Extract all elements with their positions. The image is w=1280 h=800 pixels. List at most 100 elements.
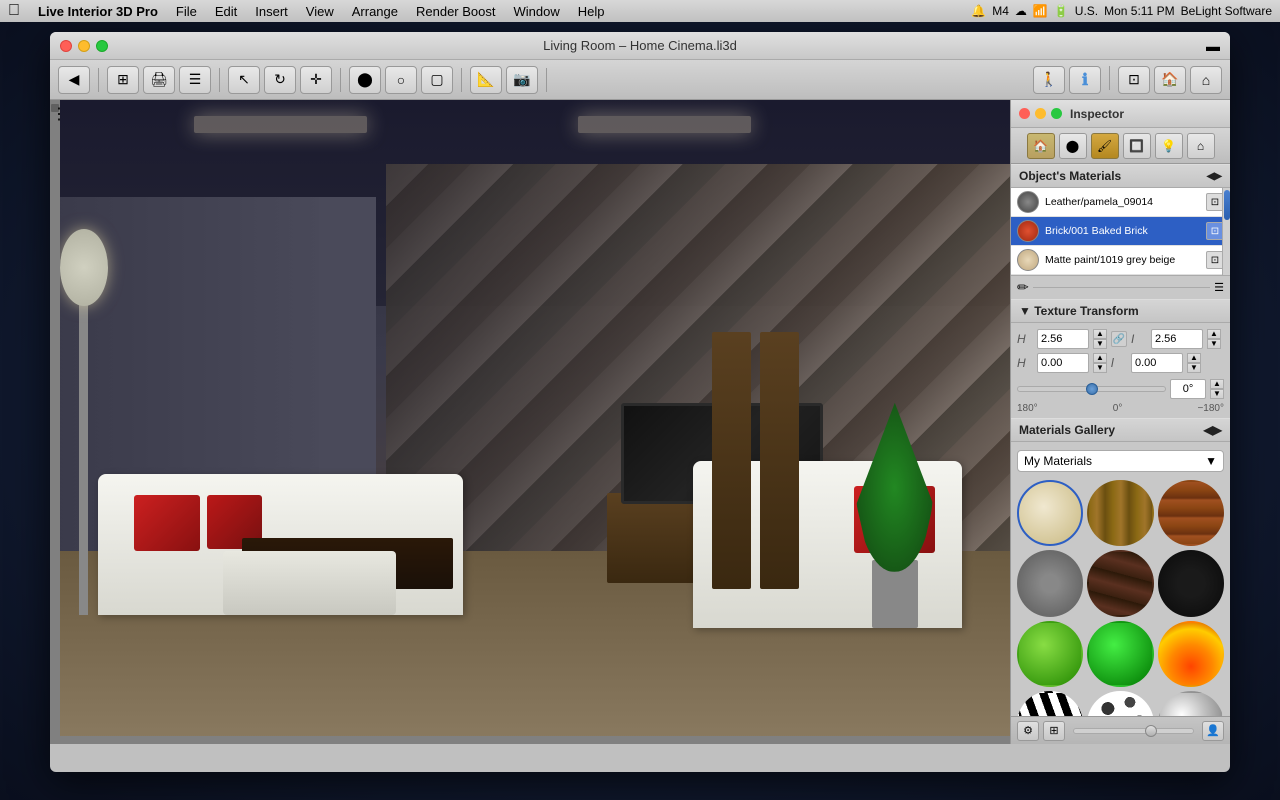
- apple-menu[interactable]: : [8, 2, 20, 20]
- inspector-minimize[interactable]: [1035, 108, 1046, 119]
- tab-object[interactable]: ⬤: [1059, 133, 1087, 159]
- y-offset-up[interactable]: ▲: [1187, 353, 1201, 363]
- tab-home[interactable]: ⌂: [1187, 133, 1215, 159]
- inspector-maximize[interactable]: [1051, 108, 1062, 119]
- menubar-right: 🔔 M4 ☁ 📶 🔋 U.S. Mon 5:11 PM BeLight Soft…: [971, 4, 1272, 18]
- minimize-button[interactable]: [78, 40, 90, 52]
- tab-texture[interactable]: 🔲: [1123, 133, 1151, 159]
- gallery-item-silver[interactable]: [1158, 691, 1224, 716]
- rect-tool[interactable]: ▢: [421, 66, 453, 94]
- view3d-btn[interactable]: ☰: [179, 66, 211, 94]
- y-scale-down[interactable]: ▼: [1207, 339, 1221, 349]
- gallery-item-zebra[interactable]: [1017, 691, 1083, 716]
- rotate-tool[interactable]: ↻: [264, 66, 296, 94]
- x-scale-up[interactable]: ▲: [1093, 329, 1107, 339]
- y-offset-input[interactable]: 0.00: [1131, 353, 1183, 373]
- gallery-item-green1[interactable]: [1017, 621, 1083, 687]
- zoom-thumb[interactable]: [1145, 725, 1157, 737]
- inspector-title: Inspector: [1070, 107, 1124, 121]
- rotation-row: 0° ▲ ▼: [1011, 375, 1230, 403]
- menu-edit[interactable]: Edit: [207, 0, 245, 22]
- gallery-item-concrete[interactable]: [1017, 550, 1083, 616]
- material-item-1[interactable]: Leather/pamela_09014 ⊡: [1011, 188, 1230, 217]
- close-button[interactable]: [60, 40, 72, 52]
- tab-paint[interactable]: 🖌: [1091, 133, 1119, 159]
- perspective-view[interactable]: 🏠: [1154, 66, 1186, 94]
- materials-gallery-label: Materials Gallery: [1019, 423, 1115, 437]
- home-view[interactable]: ⌂: [1190, 66, 1222, 94]
- x-offset-down[interactable]: ▼: [1093, 363, 1107, 373]
- materials-scrollbar[interactable]: [1222, 188, 1230, 275]
- move-tool[interactable]: ✛: [300, 66, 332, 94]
- settings-btn[interactable]: ⚙: [1017, 721, 1039, 741]
- content-area: ⋮ Inspector 🏠 ⬤ 🖌 🔲 💡 ⌂: [50, 100, 1230, 744]
- x-offset-up[interactable]: ▲: [1093, 353, 1107, 363]
- rotation-slider[interactable]: [1017, 386, 1166, 392]
- room-scene: [50, 100, 1010, 744]
- gallery-dropdown[interactable]: My Materials ▼: [1017, 450, 1224, 472]
- tab-light[interactable]: 💡: [1155, 133, 1183, 159]
- inspector-close[interactable]: [1019, 108, 1030, 119]
- rotation-down[interactable]: ▼: [1210, 389, 1224, 399]
- person-btn[interactable]: 👤: [1202, 721, 1224, 741]
- gallery-item-brick[interactable]: [1158, 480, 1224, 546]
- y-scale-up[interactable]: ▲: [1207, 329, 1221, 339]
- viewport[interactable]: ⋮: [50, 100, 1010, 744]
- measure-tool[interactable]: 📐: [470, 66, 502, 94]
- x-scale-stepper[interactable]: ▲ ▼: [1093, 329, 1107, 349]
- grid-btn[interactable]: ⊞: [1043, 721, 1065, 741]
- info-btn[interactable]: ℹ: [1069, 66, 1101, 94]
- menu-view[interactable]: View: [298, 0, 342, 22]
- menu-arrange[interactable]: Arrange: [344, 0, 406, 22]
- menu-window[interactable]: Window: [506, 0, 568, 22]
- gallery-item-dark[interactable]: [1158, 550, 1224, 616]
- separator-5: [546, 68, 547, 92]
- y-offset-down[interactable]: ▼: [1187, 363, 1201, 373]
- pencil-icon[interactable]: ✏: [1017, 279, 1029, 296]
- gallery-item-wood1[interactable]: [1087, 480, 1153, 546]
- rotation-thumb[interactable]: [1086, 383, 1098, 395]
- x-scale-input[interactable]: 2.56: [1037, 329, 1089, 349]
- gallery-item-darkwood[interactable]: [1087, 550, 1153, 616]
- render-btn[interactable]: 🖨: [143, 66, 175, 94]
- tab-materials[interactable]: 🏠: [1027, 133, 1055, 159]
- zoom-slider[interactable]: [1073, 728, 1194, 734]
- walk-mode[interactable]: 🚶: [1033, 66, 1065, 94]
- scale-link[interactable]: 🔗: [1111, 331, 1127, 347]
- maximize-button[interactable]: [96, 40, 108, 52]
- gallery-dropdown-value: My Materials: [1024, 454, 1092, 468]
- material-item-3[interactable]: Matte paint/1019 grey beige ⊡: [1011, 246, 1230, 275]
- floor-plan-btn[interactable]: ⊞: [107, 66, 139, 94]
- pencil-separator: [1033, 287, 1210, 288]
- gallery-item-spots[interactable]: [1087, 691, 1153, 716]
- chevron-down-icon: ▼: [1205, 454, 1217, 468]
- x-offset-input[interactable]: 0.00: [1037, 353, 1089, 373]
- sphere-tool[interactable]: ⬤: [349, 66, 381, 94]
- x-offset-stepper[interactable]: ▲ ▼: [1093, 353, 1107, 373]
- y-scale-input[interactable]: 2.56: [1151, 329, 1203, 349]
- top-view[interactable]: ⊡: [1118, 66, 1150, 94]
- rotation-stepper[interactable]: ▲ ▼: [1210, 379, 1224, 399]
- y-scale-stepper[interactable]: ▲ ▼: [1207, 329, 1221, 349]
- viewport-scrollbar[interactable]: [50, 736, 1010, 744]
- rotation-up[interactable]: ▲: [1210, 379, 1224, 389]
- circle-tool[interactable]: ○: [385, 66, 417, 94]
- menu-help[interactable]: Help: [570, 0, 613, 22]
- x-scale-down[interactable]: ▼: [1093, 339, 1107, 349]
- gallery-item-green2[interactable]: [1087, 621, 1153, 687]
- rotation-value[interactable]: 0°: [1170, 379, 1206, 399]
- menu-render[interactable]: Render Boost: [408, 0, 504, 22]
- objects-materials-label: Object's Materials: [1019, 169, 1121, 183]
- menu-file[interactable]: File: [168, 0, 205, 22]
- menu-insert[interactable]: Insert: [247, 0, 296, 22]
- select-tool[interactable]: ↖: [228, 66, 260, 94]
- gallery-grid: [1011, 476, 1230, 716]
- menu-app[interactable]: Live Interior 3D Pro: [30, 0, 166, 22]
- material-item-2[interactable]: Brick/001 Baked Brick ⊡: [1011, 217, 1230, 246]
- back-button[interactable]: ◀: [58, 66, 90, 94]
- camera-tool[interactable]: 📷: [506, 66, 538, 94]
- gallery-item-cream[interactable]: [1017, 480, 1083, 546]
- y-offset-stepper[interactable]: ▲ ▼: [1187, 353, 1201, 373]
- materials-scrollbar-thumb[interactable]: [1224, 190, 1230, 220]
- gallery-item-fire[interactable]: [1158, 621, 1224, 687]
